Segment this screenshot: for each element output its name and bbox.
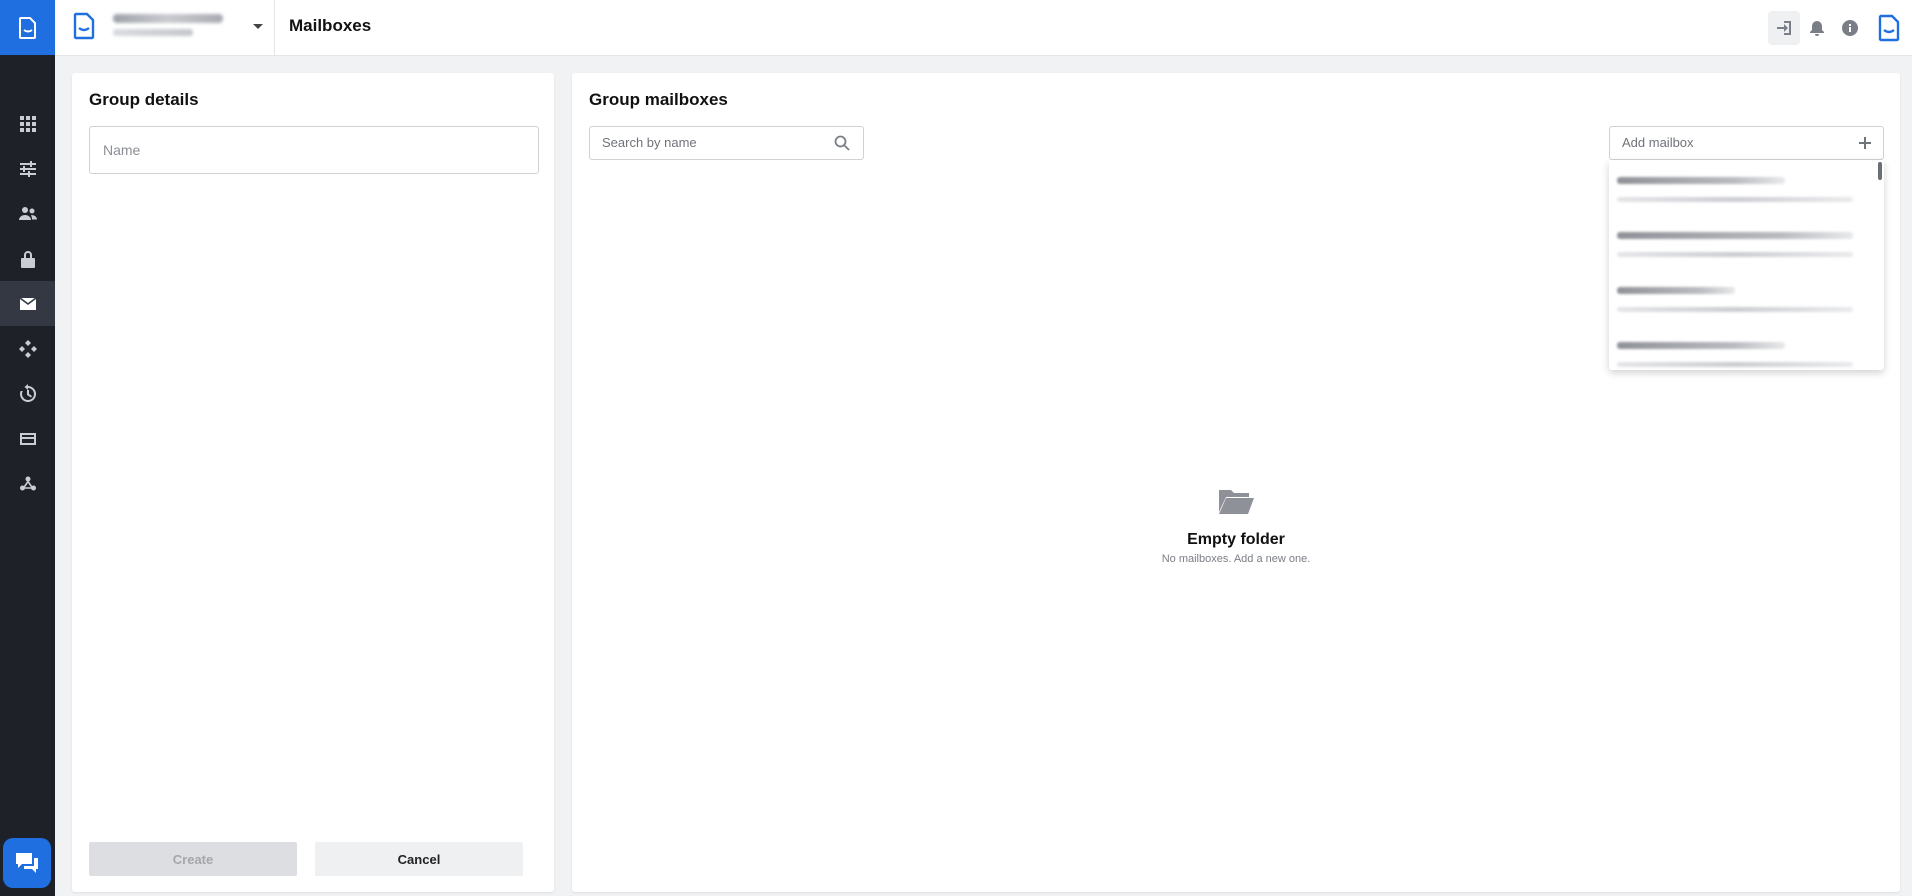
sliders-icon [19, 160, 36, 177]
account-button[interactable] [1867, 11, 1911, 45]
lock-icon [20, 250, 35, 268]
add-mailbox-combobox [1609, 126, 1884, 160]
group-mailboxes-panel: Group mailboxes Empty fold [572, 73, 1900, 892]
organization-name-redacted [113, 14, 223, 23]
rail-item-security[interactable] [0, 236, 55, 281]
dropdown-option[interactable] [1617, 277, 1857, 327]
folder-open-icon [1219, 490, 1254, 514]
rail-item-apps[interactable] [0, 101, 55, 146]
mailbox-search [589, 126, 864, 160]
mail-icon [19, 296, 36, 310]
app-logo[interactable] [0, 0, 55, 55]
bell-icon [1810, 20, 1824, 36]
empty-state: Empty folder No mailboxes. Add a new one… [572, 486, 1900, 565]
rail-item-users[interactable] [0, 191, 55, 236]
search-icon[interactable] [834, 135, 850, 151]
page-title: Mailboxes [289, 16, 372, 35]
dropdown-option[interactable] [1617, 332, 1857, 370]
left-rail [0, 0, 55, 896]
group-mailboxes-title: Group mailboxes [589, 90, 728, 109]
rail-item-mailboxes[interactable] [0, 281, 55, 326]
top-actions [1768, 0, 1912, 55]
sign-in-button[interactable] [1768, 10, 1800, 45]
credit-card-icon [19, 432, 36, 445]
option-address-redacted [1617, 307, 1853, 312]
group-name-field[interactable] [89, 126, 539, 174]
add-mailbox-input[interactable] [1622, 135, 1822, 150]
organization-switcher[interactable] [55, 0, 275, 55]
option-name-redacted [1617, 177, 1785, 184]
add-mailbox-dropdown [1609, 160, 1884, 370]
dropdown-option[interactable] [1617, 167, 1857, 217]
chevron-down-icon [253, 24, 263, 29]
rail-item-history[interactable] [0, 371, 55, 416]
cancel-button[interactable]: Cancel [315, 842, 523, 876]
option-name-redacted [1617, 232, 1853, 239]
account-logo-icon [1878, 14, 1900, 41]
rail-item-webhooks[interactable] [0, 461, 55, 506]
history-icon [19, 383, 36, 402]
chat-icon [16, 853, 38, 873]
apps-grid-icon [19, 115, 36, 132]
group-details-title: Group details [89, 90, 199, 109]
webhook-icon [19, 476, 36, 490]
top-bar: Mailboxes [55, 0, 1912, 56]
rail-item-billing[interactable] [0, 416, 55, 461]
empty-state-title: Empty folder [1187, 531, 1285, 548]
dropdown-option[interactable] [1617, 222, 1857, 272]
organization-icon [73, 12, 95, 40]
option-address-redacted [1617, 197, 1853, 202]
group-details-panel: Group details Create Cancel [72, 73, 554, 892]
info-icon [1842, 19, 1858, 36]
option-name-redacted [1617, 287, 1735, 294]
rail-item-integrations[interactable] [0, 326, 55, 371]
notifications-button[interactable] [1801, 11, 1833, 45]
rail-item-settings[interactable] [0, 146, 55, 191]
plus-icon[interactable] [1857, 135, 1873, 151]
option-name-redacted [1617, 342, 1785, 349]
dropdown-scrollbar[interactable] [1878, 162, 1882, 180]
create-button[interactable]: Create [89, 842, 297, 876]
users-icon [18, 206, 37, 220]
sign-in-icon [1777, 20, 1791, 35]
empty-state-subtitle: No mailboxes. Add a new one. [1161, 553, 1311, 565]
chat-support-button[interactable] [3, 838, 51, 888]
organization-id-redacted [113, 29, 193, 36]
search-input[interactable] [602, 135, 822, 150]
document-logo-icon [18, 16, 36, 39]
info-button[interactable] [1834, 11, 1866, 45]
option-address-redacted [1617, 252, 1853, 257]
network-icon [18, 339, 37, 358]
option-address-redacted [1617, 362, 1853, 367]
